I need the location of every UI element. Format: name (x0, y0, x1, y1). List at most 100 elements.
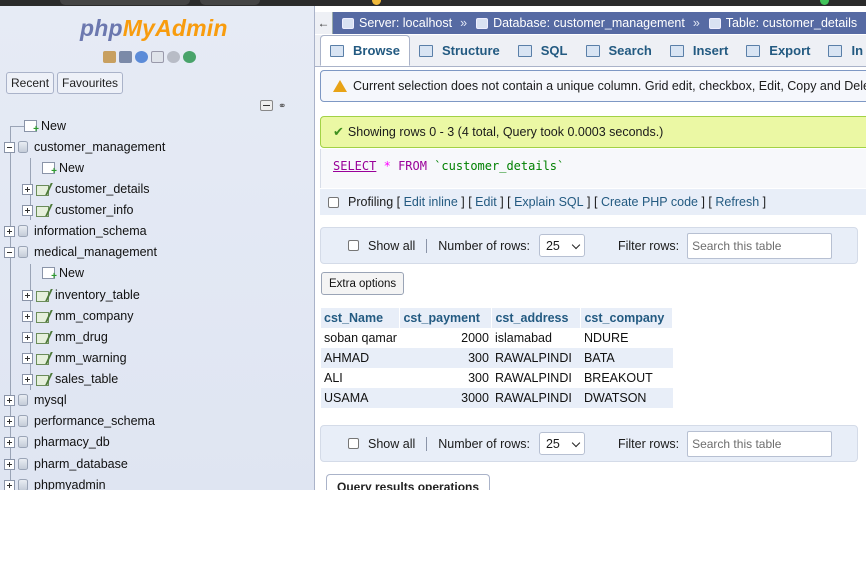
warning-message: Current selection does not contain a uni… (320, 70, 866, 102)
sql-from-keyword: FROM (398, 159, 427, 173)
tab-browse[interactable]: Browse (320, 35, 410, 66)
tree-table-mm-company[interactable]: mm_company (22, 306, 134, 326)
expand-icon[interactable] (22, 352, 33, 364)
cell: soban qamar (324, 331, 397, 345)
gear-icon[interactable] (167, 51, 180, 63)
collapse-icon[interactable] (4, 141, 15, 153)
tree-db-pharmacy-db[interactable]: pharmacy_db (4, 432, 110, 452)
cell: BATA (580, 348, 673, 368)
insert-icon (669, 44, 684, 57)
favourites-button[interactable]: Favourites (57, 72, 124, 94)
tree-item-new[interactable]: New (42, 158, 84, 178)
expand-icon[interactable] (4, 436, 15, 448)
expand-icon[interactable] (4, 479, 15, 490)
expand-icon[interactable] (4, 394, 15, 406)
tree-table-customer-info[interactable]: customer_info (22, 200, 134, 220)
link-with-main-icon[interactable]: ⚭ (278, 101, 291, 112)
cell: DWATSON (580, 388, 673, 408)
filter-rows-input[interactable]: Search this table (687, 232, 833, 259)
column-header-cst-address[interactable]: cst_address (491, 308, 582, 328)
back-arrow-icon[interactable]: ← (315, 12, 333, 34)
expand-icon[interactable] (22, 204, 33, 216)
tree-db-performance-schema[interactable]: performance_schema (4, 411, 155, 431)
browse-icon (330, 44, 344, 57)
profiling-checkbox[interactable] (328, 196, 339, 208)
cell: 300 (399, 348, 492, 368)
tab-sql[interactable]: SQL (509, 35, 577, 66)
help-icon[interactable] (135, 51, 148, 63)
extra-options-button[interactable]: Extra options (321, 272, 405, 295)
tree-db-mysql[interactable]: mysql (4, 390, 67, 410)
tree-table-sales-table[interactable]: sales_table (22, 369, 118, 389)
docs-icon[interactable] (151, 51, 164, 63)
expand-icon[interactable] (4, 458, 15, 470)
column-header-cst-company[interactable]: cst_company (580, 308, 674, 328)
logout-icon[interactable] (119, 51, 132, 63)
expand-icon[interactable] (4, 415, 15, 427)
table-icon (36, 352, 50, 365)
tree-db-customer-management[interactable]: customer_management (4, 137, 165, 157)
show-all-checkbox[interactable] (348, 438, 359, 449)
home-icon[interactable] (103, 51, 116, 63)
expand-icon[interactable] (22, 373, 33, 385)
expand-icon[interactable] (22, 331, 33, 343)
breadcrumb-server[interactable]: Server: localhost» (342, 16, 467, 30)
rows-label: Number of rows: (438, 238, 530, 253)
reload-icon[interactable] (183, 51, 196, 63)
tab-import[interactable]: In (819, 35, 866, 66)
filter-rows-input[interactable]: Search this table (687, 430, 833, 457)
rows-label: Number of rows: (438, 436, 530, 451)
expand-icon[interactable] (22, 289, 33, 301)
breadcrumb-table[interactable]: Table: customer_details (708, 16, 857, 30)
collapse-all-icon[interactable] (260, 100, 273, 111)
tree-table-mm-warning[interactable]: mm_warning (22, 348, 127, 368)
database-icon (18, 394, 28, 406)
edit-inline-link[interactable]: Edit inline (404, 195, 458, 209)
expand-icon[interactable] (4, 225, 15, 237)
tree-db-medical-management[interactable]: medical_management (4, 242, 157, 262)
tree-db-information-schema[interactable]: information_schema (4, 221, 147, 241)
tree-table-mm-drug[interactable]: mm_drug (22, 327, 108, 347)
recent-button[interactable]: Recent (6, 72, 55, 94)
table-row[interactable]: ALI 300 RAWALPINDI BREAKOUT (321, 368, 673, 388)
database-icon (18, 479, 28, 490)
collapse-icon[interactable] (4, 246, 15, 258)
table-row[interactable]: AHMAD 300 RAWALPINDI BATA (321, 348, 673, 368)
table-row[interactable]: soban qamar 2000 islamabad NDURE (321, 328, 673, 348)
tab-search[interactable]: Search (577, 35, 661, 66)
refresh-link[interactable]: Refresh (715, 195, 759, 209)
expand-icon[interactable] (22, 183, 33, 195)
tab-insert[interactable]: Insert (661, 35, 737, 66)
structure-icon (418, 44, 433, 57)
tree-item-new[interactable]: New (24, 116, 66, 136)
rows-per-page-select[interactable]: 25 (538, 432, 585, 455)
tree-table-inventory-table[interactable]: inventory_table (22, 285, 140, 305)
explain-sql-link[interactable]: Explain SQL (514, 195, 583, 209)
create-php-code-link[interactable]: Create PHP code (601, 195, 698, 209)
expand-icon[interactable] (22, 310, 33, 322)
divider (426, 436, 428, 451)
sql-select-keyword[interactable]: SELECT (333, 159, 376, 173)
database-icon (18, 225, 28, 237)
rows-per-page-select[interactable]: 25 (538, 234, 585, 257)
tree-db-phpmyadmin[interactable]: phpmyadmin (4, 475, 106, 490)
tab-structure[interactable]: Structure (410, 35, 509, 66)
edit-link[interactable]: Edit (475, 195, 497, 209)
table-icon (36, 331, 50, 344)
show-all-checkbox[interactable] (348, 240, 359, 251)
sql-query-display[interactable]: SELECT * FROM `customer_details` (320, 149, 866, 188)
column-header-cst-name[interactable]: cst_Name (321, 308, 401, 328)
tab-export[interactable]: Export (737, 35, 819, 66)
tree-db-pharm-database[interactable]: pharm_database (4, 454, 128, 474)
export-icon (746, 44, 761, 57)
table-icon (36, 183, 50, 196)
browser-status-dot (820, 0, 829, 5)
table-row[interactable]: USAMA 3000 RAWALPINDI DWATSON (321, 388, 673, 408)
server-icon (342, 17, 354, 29)
tree-item-new[interactable]: New (42, 263, 84, 283)
breadcrumb-database[interactable]: Database: customer_management» (476, 16, 700, 30)
column-header-cst-payment[interactable]: cst_payment (399, 308, 493, 328)
tree-table-customer-details[interactable]: customer_details (22, 179, 150, 199)
phpmyadmin-logo[interactable]: phpMyAdmin (80, 15, 228, 42)
cell: RAWALPINDI (494, 371, 572, 385)
